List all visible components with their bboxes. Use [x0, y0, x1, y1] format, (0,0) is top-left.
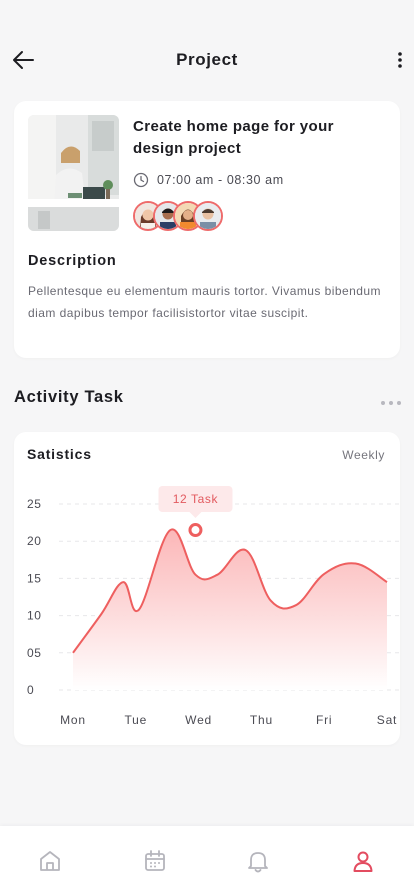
more-options-button[interactable] — [394, 50, 406, 70]
back-button[interactable] — [10, 48, 36, 72]
nav-home[interactable] — [37, 848, 63, 874]
x-tick-label: Tue — [124, 713, 147, 727]
project-card[interactable]: Create home page for your design project… — [14, 101, 400, 358]
highlight-point[interactable] — [188, 523, 203, 538]
y-tick-label: 05 — [27, 646, 42, 660]
statistics-title: Satistics — [27, 446, 92, 462]
nav-calendar[interactable] — [142, 848, 168, 874]
avatar — [193, 201, 223, 231]
calendar-icon — [145, 850, 165, 871]
nav-profile[interactable] — [350, 848, 376, 874]
x-tick-label: Wed — [185, 713, 212, 727]
arrow-left-icon — [13, 51, 34, 69]
description-text: Pellentesque eu elementum mauris tortor.… — [28, 284, 381, 320]
y-tick-label: 25 — [27, 497, 42, 511]
statistics-chart: 0 05 10 15 20 25 Mon Tue Wed Thu Fri Sat 12 Task — [27, 486, 400, 727]
x-tick-label: Fri — [316, 713, 332, 727]
bell-icon — [248, 852, 268, 873]
clock-icon — [133, 172, 149, 188]
top-bar: Project — [0, 40, 414, 80]
y-tick-label: 20 — [27, 534, 42, 548]
y-tick-label: 15 — [27, 571, 42, 585]
bottom-navigation — [0, 826, 414, 896]
project-photo — [28, 115, 119, 231]
project-title: Create home page for your design project — [133, 118, 334, 157]
description-heading: Description — [28, 253, 117, 269]
y-tick-label: 10 — [27, 609, 42, 623]
time-label: 07:00 am - 08:30 am — [157, 173, 284, 187]
page-title: Project — [176, 50, 238, 69]
more-horizontal-icon — [381, 401, 401, 405]
home-icon — [40, 851, 60, 871]
tooltip-label: 12 Task — [173, 492, 219, 506]
x-tick-label: Thu — [250, 713, 273, 727]
y-tick-label: 0 — [27, 683, 34, 697]
project-time: 07:00 am - 08:30 am — [133, 172, 284, 188]
x-tick-label: Sat — [377, 713, 397, 727]
project-screen: Project Create home page for your design… — [0, 0, 414, 896]
member-avatars[interactable] — [133, 201, 223, 231]
activity-more-button[interactable] — [380, 395, 402, 405]
range-selector[interactable]: Weekly — [342, 448, 385, 462]
tooltip-arrow — [189, 512, 202, 518]
profile-icon — [353, 851, 373, 872]
x-tick-label: Mon — [60, 713, 86, 727]
area-fill — [73, 529, 387, 690]
statistics-card: 0 05 10 15 20 25 Mon Tue Wed Thu Fri Sat 12 Task Sa… — [14, 432, 400, 745]
more-vertical-icon — [398, 52, 402, 68]
nav-notifications[interactable] — [245, 848, 271, 874]
activity-section-title: Activity Task — [14, 388, 124, 406]
